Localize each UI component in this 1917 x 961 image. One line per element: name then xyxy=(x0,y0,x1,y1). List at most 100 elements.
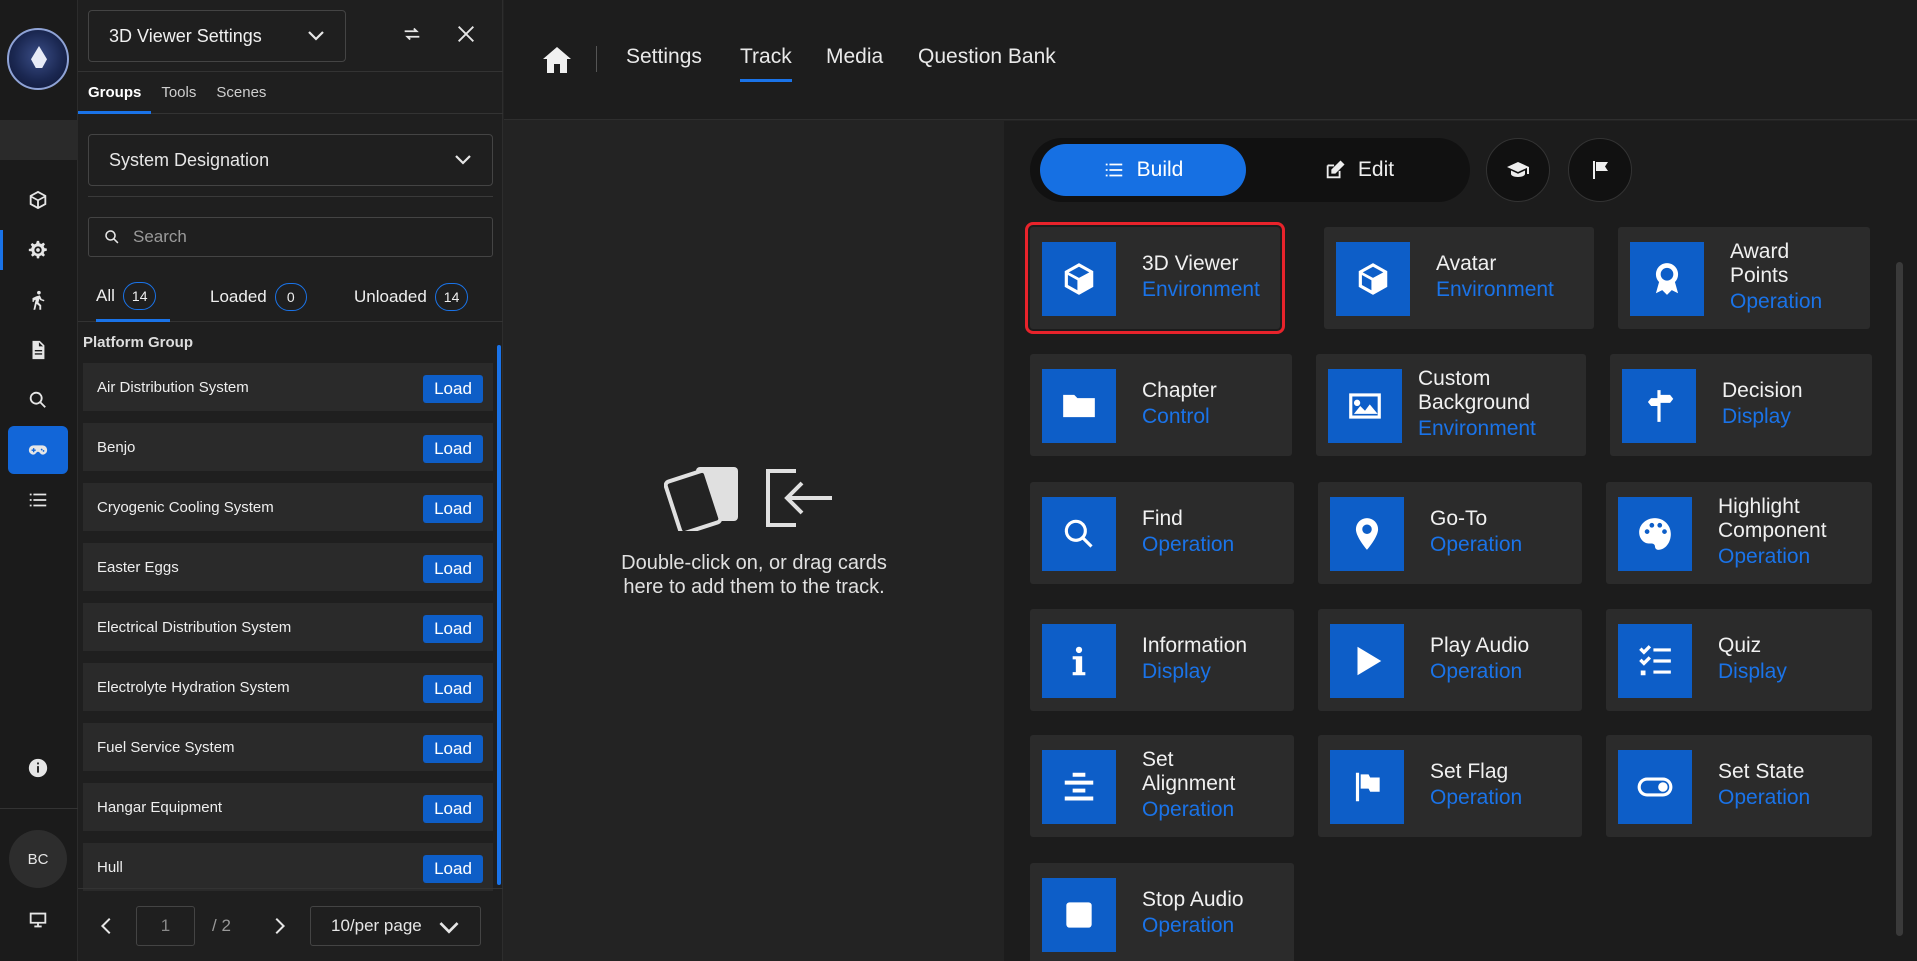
pagination: 1 / 2 10/per page xyxy=(78,888,503,961)
card-highlight-component[interactable]: Highlight Component Operation xyxy=(1606,482,1872,584)
library-scrollbar[interactable] xyxy=(1896,262,1903,936)
home-icon[interactable] xyxy=(542,46,572,74)
card-type: Operation xyxy=(1430,786,1523,809)
load-button[interactable]: Load xyxy=(423,735,483,763)
settings-select[interactable]: 3D Viewer Settings xyxy=(88,10,346,62)
list-scrollbar[interactable] xyxy=(497,345,501,885)
card-name: Decision xyxy=(1722,379,1803,402)
search-input[interactable]: Search xyxy=(88,217,493,257)
load-button[interactable]: Load xyxy=(423,495,483,523)
prev-page-icon[interactable] xyxy=(96,915,118,937)
divider xyxy=(88,196,493,197)
info-icon xyxy=(1042,624,1116,698)
search-icon xyxy=(105,230,119,244)
page-total: / 2 xyxy=(212,916,231,935)
load-button[interactable]: Load xyxy=(423,435,483,463)
card-type: Operation xyxy=(1718,545,1811,568)
load-button[interactable]: Load xyxy=(423,675,483,703)
card-decision[interactable]: Decision Display xyxy=(1610,354,1872,456)
item-label: Benjo xyxy=(97,438,136,456)
card-name: Go-To xyxy=(1430,507,1488,530)
load-button[interactable]: Load xyxy=(423,855,483,883)
item-label: Hull xyxy=(97,858,123,876)
avatar[interactable]: BC xyxy=(9,830,67,888)
search-icon xyxy=(1042,497,1116,571)
search-icon[interactable] xyxy=(8,376,68,424)
cube-icon[interactable] xyxy=(8,176,68,224)
filter-label: Loaded xyxy=(210,287,267,306)
card-find[interactable]: Find Operation xyxy=(1030,482,1294,584)
card-3d-viewer[interactable]: 3D Viewer Environment xyxy=(1025,222,1285,334)
flag-icon[interactable] xyxy=(1568,138,1632,202)
load-button[interactable]: Load xyxy=(423,555,483,583)
checklist-icon xyxy=(1618,624,1692,698)
per-page-label: 10/per page xyxy=(331,916,422,935)
list-item: Air Distribution System Load xyxy=(83,363,493,411)
document-icon[interactable] xyxy=(8,326,68,374)
card-name: Set Alignment xyxy=(1142,748,1236,795)
card-name: Quiz xyxy=(1718,634,1762,657)
load-button[interactable]: Load xyxy=(423,615,483,643)
card-play-audio[interactable]: Play Audio Operation xyxy=(1318,609,1582,711)
card-information[interactable]: Information Display xyxy=(1030,609,1294,711)
card-award-points[interactable]: Award Points Operation xyxy=(1618,227,1870,329)
filter-unloaded[interactable]: Unloaded 14 xyxy=(354,272,469,322)
card-quiz[interactable]: Quiz Display xyxy=(1606,609,1872,711)
card-set-flag[interactable]: Set Flag Operation xyxy=(1318,735,1582,837)
build-label: Build xyxy=(1136,158,1184,181)
page-number-input[interactable]: 1 xyxy=(136,906,195,946)
list-item: Easter Eggs Load xyxy=(83,543,493,591)
signpost-icon xyxy=(1622,369,1696,443)
load-button[interactable]: Load xyxy=(423,375,483,403)
refresh-icon[interactable] xyxy=(396,18,428,50)
edit-button[interactable]: Edit xyxy=(1256,144,1462,196)
gear-icon[interactable] xyxy=(0,226,68,274)
app-logo xyxy=(7,28,69,90)
track-drop-zone[interactable]: Double-click on, or drag cards here to a… xyxy=(504,121,1004,961)
card-name: Information xyxy=(1142,634,1248,657)
nav-settings[interactable]: Settings xyxy=(626,45,702,69)
list-item: Hangar Equipment Load xyxy=(83,783,493,831)
nav-media[interactable]: Media xyxy=(826,45,883,69)
card-type: Operation xyxy=(1142,533,1235,556)
per-page-select[interactable]: 10/per page xyxy=(310,906,481,946)
monitor-icon[interactable] xyxy=(8,896,68,944)
card-name: Chapter xyxy=(1142,379,1217,402)
side-panel: 3D Viewer Settings Groups Tools Scenes S… xyxy=(78,0,503,961)
nav-track[interactable]: Track xyxy=(740,45,792,82)
tab-groups[interactable]: Groups xyxy=(78,74,152,114)
card-set-state[interactable]: Set State Operation xyxy=(1606,735,1872,837)
card-chapter[interactable]: Chapter Control xyxy=(1030,354,1292,456)
build-button[interactable]: Build xyxy=(1040,144,1246,196)
person-walk-icon[interactable] xyxy=(8,276,68,324)
card-avatar[interactable]: Avatar Environment xyxy=(1324,227,1594,329)
filter-label: Unloaded xyxy=(354,287,427,306)
card-type: Environment xyxy=(1418,417,1536,440)
item-label: Hangar Equipment xyxy=(97,798,223,816)
graduation-cap-icon[interactable] xyxy=(1486,138,1550,202)
count-badge: 14 xyxy=(122,281,157,310)
info-icon[interactable] xyxy=(8,744,68,792)
tab-tools[interactable]: Tools xyxy=(151,74,206,114)
card-go-to[interactable]: Go-To Operation xyxy=(1318,482,1582,584)
card-stop-audio[interactable]: Stop Audio Operation xyxy=(1030,863,1294,961)
group-title: Platform Group xyxy=(83,334,194,351)
card-type: Operation xyxy=(1430,533,1523,556)
close-icon[interactable] xyxy=(450,18,482,50)
cards-drop-icon xyxy=(664,467,832,531)
list-icon[interactable] xyxy=(8,476,68,524)
tab-scenes[interactable]: Scenes xyxy=(206,74,276,114)
card-set-alignment[interactable]: Set Alignment Operation xyxy=(1030,735,1294,837)
card-type: Environment xyxy=(1436,278,1554,301)
filter-tabs: All 14 Loaded 0 Unloaded 14 xyxy=(78,272,503,322)
card-name: Find xyxy=(1142,507,1183,530)
gamepad-icon[interactable] xyxy=(8,426,68,474)
nav-question-bank[interactable]: Question Bank xyxy=(918,45,1056,69)
system-designation-select[interactable]: System Designation xyxy=(88,134,493,186)
load-button[interactable]: Load xyxy=(423,795,483,823)
filter-all[interactable]: All 14 xyxy=(96,272,171,322)
next-page-icon[interactable] xyxy=(268,915,290,937)
chevron-down-icon xyxy=(455,155,471,165)
card-custom-background[interactable]: Custom Background Environment xyxy=(1316,354,1586,456)
filter-loaded[interactable]: Loaded 0 xyxy=(210,272,307,322)
